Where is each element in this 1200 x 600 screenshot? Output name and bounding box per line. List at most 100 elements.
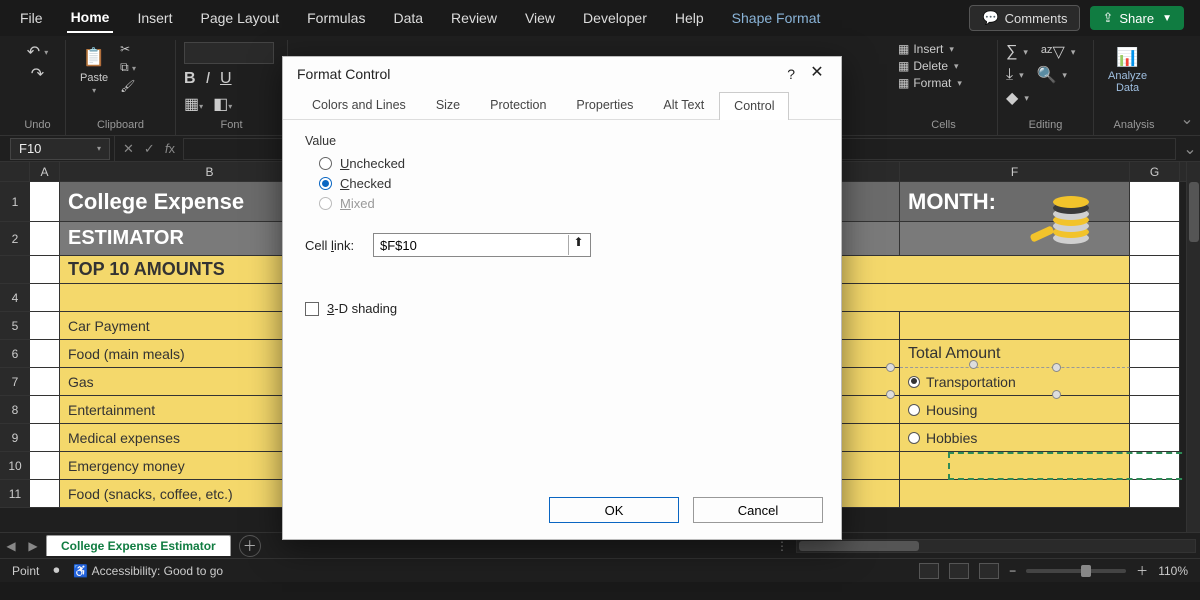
redo-button[interactable]: ↷ bbox=[31, 64, 44, 84]
fill-color-button[interactable]: ◧▾ bbox=[213, 94, 232, 114]
dialog-title: Format Control bbox=[297, 66, 390, 82]
cell-F5[interactable] bbox=[900, 312, 1130, 340]
view-page-layout-button[interactable] bbox=[949, 563, 969, 579]
accept-formula-button[interactable]: ✓ bbox=[140, 141, 159, 157]
menu-home[interactable]: Home bbox=[67, 3, 114, 33]
checkbox-icon bbox=[305, 302, 319, 316]
tab-properties[interactable]: Properties bbox=[561, 91, 648, 119]
row-header[interactable]: 4 bbox=[0, 284, 30, 312]
col-header-G[interactable]: G bbox=[1130, 162, 1180, 181]
formula-expand-button[interactable]: ⌄ bbox=[1180, 139, 1200, 159]
sheet-tab-active[interactable]: College Expense Estimator bbox=[46, 535, 231, 556]
sheet-nav-prev[interactable]: ◀ bbox=[0, 539, 22, 553]
col-header-F[interactable]: F bbox=[900, 162, 1130, 181]
sheet-nav-next[interactable]: ▶ bbox=[22, 539, 44, 553]
col-header-A[interactable]: A bbox=[30, 162, 60, 181]
range-picker-button[interactable]: ⬆ bbox=[568, 235, 588, 255]
cell-total-amount-label[interactable]: Total Amount bbox=[900, 340, 1130, 368]
menu-file[interactable]: File bbox=[16, 4, 47, 32]
menu-page-layout[interactable]: Page Layout bbox=[196, 4, 283, 32]
row-header[interactable]: 11 bbox=[0, 480, 30, 508]
accessibility-status[interactable]: ♿ Accessibility: Good to go bbox=[73, 564, 223, 578]
option-housing[interactable]: Housing bbox=[900, 396, 1130, 424]
cell-link-field[interactable]: ⬆ bbox=[373, 233, 591, 257]
ribbon-collapse-button[interactable]: ⌄ bbox=[1174, 40, 1200, 135]
main-menu: File Home Insert Page Layout Formulas Da… bbox=[0, 0, 1200, 36]
help-button[interactable]: ? bbox=[787, 66, 795, 82]
zoom-slider[interactable] bbox=[1026, 569, 1126, 573]
copy-button[interactable]: ⧉ ▾ bbox=[120, 60, 136, 75]
clear-button[interactable]: ◆▾ bbox=[1006, 88, 1029, 108]
horizontal-scrollbar[interactable] bbox=[796, 539, 1196, 553]
row-header[interactable]: 2 bbox=[0, 222, 30, 256]
cell-F10[interactable] bbox=[900, 452, 1130, 480]
menu-data[interactable]: Data bbox=[389, 4, 427, 32]
menu-formulas[interactable]: Formulas bbox=[303, 4, 369, 32]
radio-checked[interactable]: Checked bbox=[319, 176, 819, 191]
vertical-scrollbar[interactable] bbox=[1186, 162, 1200, 532]
radio-unchecked[interactable]: Unchecked bbox=[319, 156, 819, 171]
row-header[interactable]: 9 bbox=[0, 424, 30, 452]
option-hobbies[interactable]: Hobbies bbox=[900, 424, 1130, 452]
status-bar: Point ⏺ ♿ Accessibility: Good to go − ＋ … bbox=[0, 558, 1200, 582]
cancel-button[interactable]: Cancel bbox=[693, 497, 823, 523]
format-painter-button[interactable]: 🖌 bbox=[120, 79, 136, 93]
tab-colors-lines[interactable]: Colors and Lines bbox=[297, 91, 421, 119]
excel-window: File Home Insert Page Layout Formulas Da… bbox=[0, 0, 1200, 600]
underline-button[interactable]: U bbox=[220, 70, 232, 88]
row-header[interactable]: 1 bbox=[0, 182, 30, 222]
row-header[interactable] bbox=[0, 256, 30, 284]
cell-link-input[interactable] bbox=[380, 238, 568, 253]
share-button[interactable]: ⇪ Share ▼ bbox=[1090, 6, 1184, 30]
border-button[interactable]: ▦▾ bbox=[184, 94, 203, 114]
autosum-button[interactable]: ∑▾ ᵃᶻ▽▾ bbox=[1006, 42, 1075, 62]
select-all-corner[interactable] bbox=[0, 162, 30, 181]
option-transportation[interactable]: Transportation bbox=[900, 368, 1130, 396]
cells-format-button[interactable]: ▦ Format▾ bbox=[898, 76, 962, 90]
cancel-formula-button[interactable]: ✕ bbox=[119, 141, 138, 157]
row-headers: 1 2 4 5 6 7 8 9 10 11 bbox=[0, 182, 30, 508]
cell-month-label[interactable]: MONTH: bbox=[900, 182, 1130, 222]
row-header[interactable]: 10 bbox=[0, 452, 30, 480]
add-sheet-button[interactable]: ＋ bbox=[239, 535, 261, 557]
view-normal-button[interactable] bbox=[919, 563, 939, 579]
bold-button[interactable]: B bbox=[184, 70, 196, 88]
comments-button[interactable]: 💬 Comments bbox=[969, 5, 1080, 31]
zoom-level[interactable]: 110% bbox=[1158, 564, 1188, 578]
dialog-titlebar[interactable]: Format Control ? ✕ bbox=[283, 57, 841, 91]
cut-button[interactable]: ✂ bbox=[120, 42, 136, 56]
zoom-out-button[interactable]: − bbox=[1009, 564, 1016, 578]
row-header[interactable]: 8 bbox=[0, 396, 30, 424]
analyze-data-button[interactable]: 📊 Analyze Data bbox=[1102, 42, 1153, 96]
name-box[interactable]: F10 ▾ bbox=[10, 138, 110, 160]
menu-shape-format[interactable]: Shape Format bbox=[728, 4, 825, 32]
menu-view[interactable]: View bbox=[521, 4, 559, 32]
menu-review[interactable]: Review bbox=[447, 4, 501, 32]
menu-developer[interactable]: Developer bbox=[579, 4, 651, 32]
row-header[interactable]: 5 bbox=[0, 312, 30, 340]
paste-button[interactable]: 📋 Paste ▾ bbox=[74, 42, 114, 97]
row-header[interactable]: 6 bbox=[0, 340, 30, 368]
menu-insert[interactable]: Insert bbox=[133, 4, 176, 32]
italic-button[interactable]: I bbox=[206, 70, 210, 88]
close-button[interactable]: ✕ bbox=[803, 62, 831, 86]
fill-button[interactable]: ⤓▾ 🔍▾ bbox=[1006, 65, 1067, 85]
menu-help[interactable]: Help bbox=[671, 4, 708, 32]
font-name-select[interactable] bbox=[184, 42, 274, 64]
shading-checkbox-row[interactable]: 3-D shading bbox=[305, 301, 819, 316]
tab-alt-text[interactable]: Alt Text bbox=[648, 91, 719, 119]
cells-delete-button[interactable]: ▦ Delete▾ bbox=[898, 59, 959, 73]
macro-record-icon[interactable]: ⏺ bbox=[53, 563, 59, 578]
group-analysis-label: Analysis bbox=[1102, 119, 1166, 135]
row-header[interactable]: 7 bbox=[0, 368, 30, 396]
tab-protection[interactable]: Protection bbox=[475, 91, 561, 119]
undo-button[interactable]: ↶▾ bbox=[27, 42, 48, 62]
clipboard-icon: 📋 bbox=[81, 44, 107, 70]
cells-insert-button[interactable]: ▦ Insert▾ bbox=[898, 42, 954, 56]
tab-control[interactable]: Control bbox=[719, 92, 789, 120]
tab-size[interactable]: Size bbox=[421, 91, 475, 119]
ok-button[interactable]: OK bbox=[549, 497, 679, 523]
insert-function-button[interactable]: fx bbox=[161, 141, 179, 156]
zoom-in-button[interactable]: ＋ bbox=[1136, 562, 1148, 579]
view-page-break-button[interactable] bbox=[979, 563, 999, 579]
